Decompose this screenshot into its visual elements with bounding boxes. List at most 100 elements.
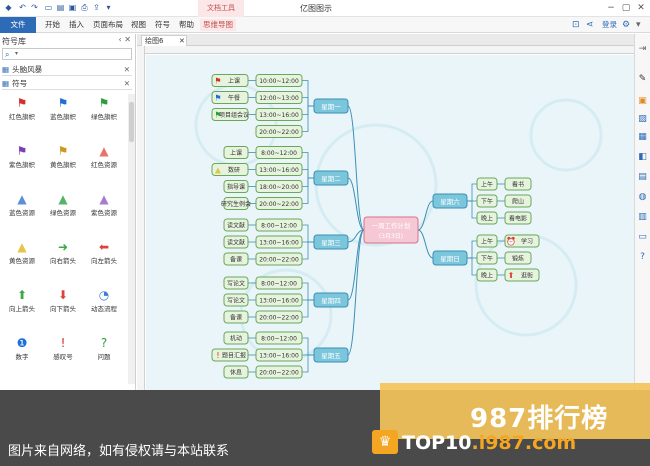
page-icon[interactable]: ▤ — [637, 172, 648, 183]
symbol-item[interactable]: ? 问题 — [84, 334, 124, 368]
sub-topic[interactable]: 晚上 ⬆ 逛街 — [476, 268, 540, 282]
format-icon[interactable]: ✎ — [637, 74, 648, 85]
sub-topic[interactable]: 20:00~22:00 休息 — [223, 365, 303, 379]
day-topic-3[interactable]: 星期三 — [313, 234, 349, 250]
sub-topic[interactable]: 8:00~12:00 写论文 — [223, 276, 303, 290]
mindmap-diagram[interactable]: 一周工作计划 (3月3日) 星期一 10:00~12:00 ⚑ 上课 12:00~13:00… — [146, 55, 634, 390]
sub-topic[interactable]: 13:00~16:00 写论文 — [223, 293, 303, 307]
menu-help[interactable]: 帮助 — [176, 19, 197, 31]
feedback-icon[interactable]: ⊡ — [572, 19, 580, 31]
mindmap-nodes[interactable]: 一周工作计划 (3月3日) 星期一 10:00~12:00 ⚑ 上课 12:00~13:00… — [211, 74, 540, 379]
sub-topic[interactable]: 20:00~22:00 研究生例会 — [221, 197, 303, 210]
close-tab-icon[interactable]: ✕ — [179, 36, 185, 46]
symbol-item[interactable]: ▲ 黄色资源 — [2, 238, 42, 272]
sub-topic[interactable]: 上午 ⏰ 学习 — [476, 234, 540, 248]
symbol-item[interactable]: ⚑ 红色旗帜 — [2, 94, 42, 128]
help-icon[interactable]: ? — [637, 252, 648, 263]
globe-icon[interactable]: ◍ — [637, 192, 648, 203]
sub-topic[interactable]: 13:00~16:00 读文献 — [223, 235, 303, 249]
sub-topic[interactable]: 20:00~22:00 — [255, 125, 303, 138]
symbol-item[interactable]: ⬅ 向左箭头 — [84, 238, 124, 272]
login-link[interactable]: 登录 — [602, 19, 617, 31]
sub-topic[interactable]: 13:00~16:00 ▲ 数研 — [211, 163, 303, 176]
day-topic-2[interactable]: 星期二 — [313, 170, 349, 186]
menu-insert[interactable]: 插入 — [66, 19, 87, 31]
image-icon[interactable]: ▨ — [637, 114, 648, 125]
sub-topic[interactable]: 18:00~20:00 指导课 — [223, 180, 303, 193]
tab-document[interactable]: 绘图6 ✕ — [141, 35, 187, 46]
sub-topic[interactable]: 20:00~22:00 备课 — [223, 252, 303, 266]
sub-topic[interactable]: 8:00~12:00 上课 — [223, 146, 303, 159]
settings-icon[interactable]: ⚙ — [622, 19, 630, 31]
menu-file[interactable]: 文件 — [0, 17, 36, 33]
symbol-item[interactable]: ⚑ 蓝色旗帜 — [43, 94, 83, 128]
minimize-icon[interactable]: − — [604, 2, 618, 14]
menu-page-layout[interactable]: 页面布局 — [90, 19, 126, 31]
close-icon[interactable]: ✕ — [634, 2, 648, 14]
sub-topic[interactable]: 8:00~12:00 机动 — [223, 331, 303, 345]
central-topic[interactable]: 一周工作计划 (3月3日) — [363, 216, 419, 244]
sub-topic[interactable]: 12:00~13:00 ⚑ 午餐 — [211, 91, 303, 104]
share-icon[interactable]: ⋖ — [586, 19, 594, 31]
pin-icon[interactable]: ‹ — [119, 35, 122, 44]
symbol-item[interactable]: ⬇ 向下箭头 — [43, 286, 83, 320]
symbol-item[interactable]: ! 感叹号 — [43, 334, 83, 368]
collapse-icon[interactable]: ⇥ — [637, 44, 648, 55]
redo-icon[interactable]: ↷ — [30, 3, 39, 12]
sub-topic[interactable]: 10:00~12:00 ⚑ 上课 — [211, 74, 303, 87]
symbol-item[interactable]: ⚑ 绿色旗帜 — [84, 94, 124, 128]
data-icon[interactable]: ▥ — [637, 212, 648, 223]
sub-topic[interactable]: 8:00~12:00 读文献 — [223, 218, 303, 232]
menu-mindmap[interactable]: 思维导图 — [200, 19, 236, 31]
scrollbar-thumb[interactable] — [129, 102, 134, 142]
task-label: 备课 — [230, 314, 242, 322]
close-section-icon[interactable]: ✕ — [124, 78, 130, 90]
section-label: 头脑风暴 — [12, 65, 43, 74]
part-of-day-label: 下午 — [481, 198, 493, 206]
new-icon[interactable]: ▭ — [44, 3, 53, 12]
print-icon[interactable]: ⎙ — [80, 3, 89, 12]
day-topic-6[interactable]: 星期六 — [432, 193, 468, 209]
symbol-item[interactable]: ▲ 蓝色资源 — [2, 190, 42, 224]
symbol-item[interactable]: ◔ 动态流程 — [84, 286, 124, 320]
symbol-item[interactable]: ➜ 向右箭头 — [43, 238, 83, 272]
decor-circle — [474, 233, 578, 337]
undo-icon[interactable]: ↶ — [18, 3, 27, 12]
symbol-item[interactable]: ▲ 紫色资源 — [84, 190, 124, 224]
menu-view[interactable]: 视图 — [128, 19, 149, 31]
menu-symbol[interactable]: 符号 — [152, 19, 173, 31]
sub-topic[interactable]: 20:00~22:00 备课 — [223, 310, 303, 324]
symbol-item[interactable]: ⬆ 向上箭头 — [2, 286, 42, 320]
drawing-canvas[interactable]: 一周工作计划 (3月3日) 星期一 10:00~12:00 ⚑ 上课 12:00~13:00… — [146, 55, 634, 390]
day-topic-4[interactable]: 星期四 — [313, 292, 349, 308]
maximize-icon[interactable]: ▢ — [619, 2, 633, 14]
comment-icon[interactable]: ▭ — [637, 232, 648, 243]
day-topic-5[interactable]: 星期五 — [313, 347, 349, 363]
symbol-item[interactable]: ⚑ 紫色旗帜 — [2, 142, 42, 176]
section-brainstorm[interactable]: ▦ 头脑风暴 ✕ — [2, 64, 132, 76]
symbol-glyph-icon: ▲ — [99, 192, 109, 206]
theme-icon[interactable]: ◧ — [637, 152, 648, 163]
day-topic-7[interactable]: 星期日 — [432, 250, 468, 266]
sub-topic[interactable]: 13:00~16:00! 题目汇报 — [211, 348, 303, 362]
save-icon[interactable]: ▣ — [68, 3, 77, 12]
library-search-input[interactable]: ⌕ ▾ — [2, 48, 132, 60]
symbol-item[interactable]: ❶ 数字 — [2, 334, 42, 368]
symbol-item[interactable]: ▲ 绿色资源 — [43, 190, 83, 224]
menu-start[interactable]: 开始 — [42, 19, 63, 31]
export-icon[interactable]: ⇪ — [92, 3, 101, 12]
fill-icon[interactable]: ▣ — [637, 96, 648, 107]
horizontal-ruler — [145, 46, 634, 54]
day-topic-1[interactable]: 星期一 — [313, 98, 349, 114]
layout-icon[interactable]: ▦ — [637, 132, 648, 143]
open-icon[interactable]: ▤ — [56, 3, 65, 12]
symbol-item[interactable]: ▲ 红色资源 — [84, 142, 124, 176]
close-panel-icon[interactable]: ✕ — [124, 35, 131, 44]
chevron-down-icon[interactable]: ▾ — [15, 50, 18, 57]
sub-topic[interactable]: 13:00~16:00⚑项目组会议 — [211, 108, 303, 121]
close-section-icon[interactable]: ✕ — [124, 64, 130, 76]
ribbon-toggle-icon[interactable]: ▾ — [636, 19, 641, 31]
section-symbols[interactable]: ▦ 符号 ✕ — [2, 78, 132, 90]
symbol-item[interactable]: ⚑ 黄色旗帜 — [43, 142, 83, 176]
customize-icon[interactable]: ▾ — [104, 3, 113, 12]
